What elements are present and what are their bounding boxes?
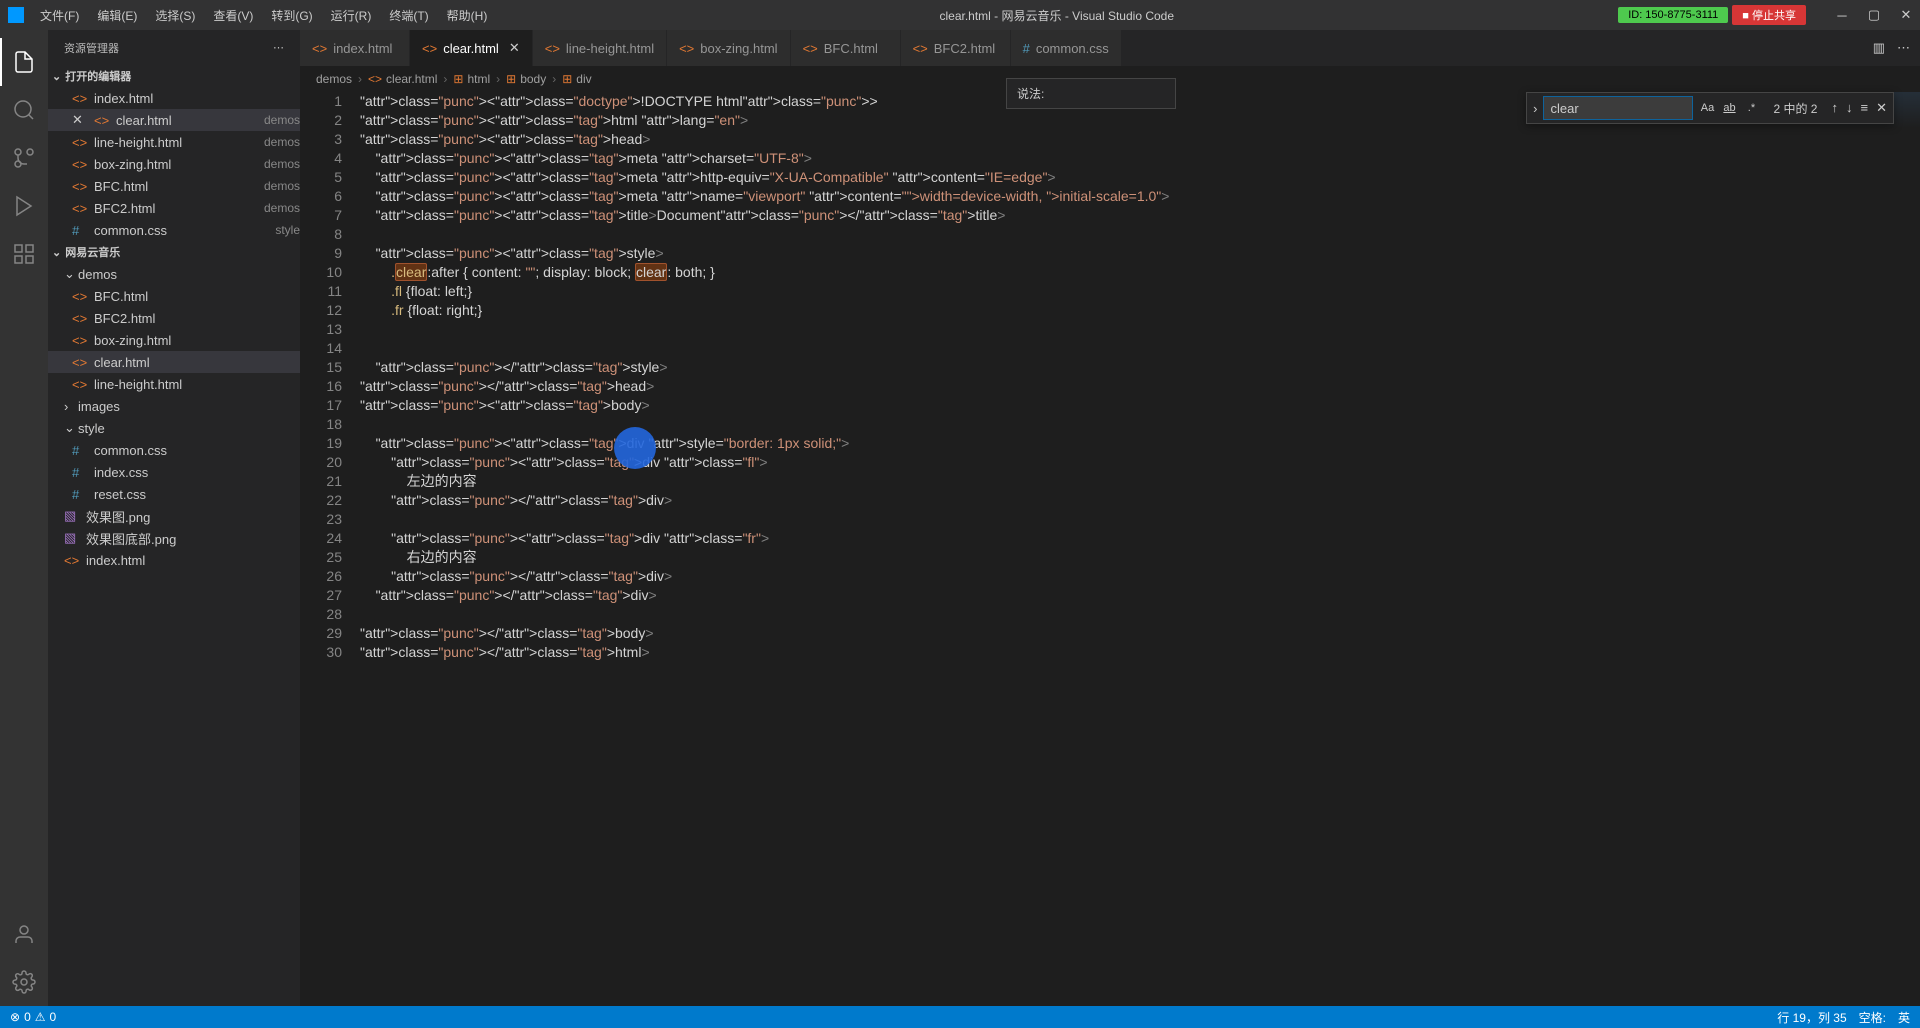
find-selection-icon[interactable]: ≡	[1859, 98, 1871, 118]
folder-style[interactable]: ⌄style	[48, 417, 300, 439]
open-editor-item[interactable]: <>BFC.htmldemos	[48, 175, 300, 197]
tab-index[interactable]: <>index.html	[300, 30, 410, 66]
maximize-button[interactable]: ▢	[1868, 9, 1880, 21]
menu-selection[interactable]: 选择(S)	[147, 3, 203, 28]
tab-bfc[interactable]: <>BFC.html	[791, 30, 901, 66]
status-ime[interactable]: 英	[1898, 1009, 1910, 1026]
crumb-file[interactable]: <>clear.html	[368, 72, 437, 86]
split-editor-icon[interactable]: ▥	[1873, 40, 1885, 56]
open-editor-item[interactable]: <>index.html	[48, 87, 300, 109]
menu-run[interactable]: 运行(R)	[323, 3, 380, 28]
crumb-div[interactable]: ⊞div	[562, 72, 591, 86]
file-item[interactable]: #reset.css	[48, 483, 300, 505]
menu-view[interactable]: 查看(V)	[205, 3, 261, 28]
window-title: clear.html - 网易云音乐 - Visual Studio Code	[495, 7, 1618, 24]
tab-common-css[interactable]: #common.css	[1011, 30, 1122, 66]
find-prev-icon[interactable]: ↑	[1830, 98, 1841, 118]
status-line-col[interactable]: 行 19，列 35	[1777, 1009, 1846, 1026]
open-editor-item[interactable]: ✕<>clear.htmldemos	[48, 109, 300, 131]
file-item[interactable]: <>box-zing.html	[48, 329, 300, 351]
close-icon[interactable]: ✕	[509, 40, 520, 56]
stop-share-button[interactable]: ■ 停止共享	[1732, 5, 1806, 25]
menu-terminal[interactable]: 终端(T)	[381, 3, 436, 28]
folder-demos[interactable]: ⌄demos	[48, 263, 300, 285]
line-numbers: 1234567891011121314151617181920212223242…	[300, 92, 360, 1006]
file-item[interactable]: ▧效果图.png	[48, 505, 300, 527]
menu-go[interactable]: 转到(G)	[263, 3, 320, 28]
tab-box-zing[interactable]: <>box-zing.html	[667, 30, 791, 66]
menu-file[interactable]: 文件(F)	[32, 3, 87, 28]
editor-area: <>index.html <>clear.html✕ <>line-height…	[300, 30, 1920, 1006]
status-bar: ⊗ 0 ⚠ 0 行 19，列 35 空格: 英	[0, 1006, 1920, 1028]
window-controls: ─ ▢ ✕	[1836, 9, 1912, 21]
regex-icon[interactable]: .*	[1741, 98, 1761, 118]
account-icon[interactable]	[0, 910, 48, 958]
project-header[interactable]: ⌄网易云音乐	[48, 241, 300, 263]
find-close-icon[interactable]: ✕	[1874, 98, 1889, 118]
match-case-icon[interactable]: Aa	[1697, 98, 1717, 118]
open-editor-item[interactable]: #common.cssstyle	[48, 219, 300, 241]
sidebar-more-icon[interactable]: ⋯	[273, 41, 284, 54]
share-id-badge[interactable]: ID: 150-8775-3111	[1618, 7, 1728, 23]
match-word-icon[interactable]: ab	[1719, 98, 1739, 118]
crumb-demos[interactable]: demos	[316, 72, 352, 86]
find-input[interactable]	[1543, 96, 1693, 120]
sidebar-header: 资源管理器 ⋯	[48, 30, 300, 65]
open-editor-item[interactable]: <>BFC2.htmldemos	[48, 197, 300, 219]
settings-icon[interactable]	[0, 958, 48, 1006]
extensions-icon[interactable]	[0, 230, 48, 278]
toggle-replace-icon[interactable]: ›	[1527, 101, 1543, 116]
status-errors[interactable]: ⊗ 0 ⚠ 0	[10, 1010, 56, 1024]
folder-images[interactable]: ›images	[48, 395, 300, 417]
close-icon[interactable]: ✕	[72, 112, 88, 128]
menu-edit[interactable]: 编辑(E)	[89, 3, 145, 28]
tab-clear[interactable]: <>clear.html✕	[410, 30, 533, 66]
crumb-body[interactable]: ⊞body	[506, 72, 546, 86]
find-count: 2 中的 2	[1765, 100, 1825, 117]
run-debug-icon[interactable]	[0, 182, 48, 230]
open-editors-tree: <>index.html ✕<>clear.htmldemos <>line-h…	[48, 87, 300, 241]
open-editor-item[interactable]: <>line-height.htmldemos	[48, 131, 300, 153]
file-item[interactable]: #common.css	[48, 439, 300, 461]
sidebar: 资源管理器 ⋯ ⌄打开的编辑器 <>index.html ✕<>clear.ht…	[48, 30, 300, 1006]
tooltip: 说法:	[1006, 78, 1176, 109]
file-item[interactable]: <>BFC.html	[48, 285, 300, 307]
file-item[interactable]: #index.css	[48, 461, 300, 483]
file-item[interactable]: ▧效果图底部.png	[48, 527, 300, 549]
open-editors-header[interactable]: ⌄打开的编辑器	[48, 65, 300, 87]
file-item[interactable]: <>BFC2.html	[48, 307, 300, 329]
code-editor[interactable]: 1234567891011121314151617181920212223242…	[300, 92, 1920, 1006]
open-editor-item[interactable]: <>box-zing.htmldemos	[48, 153, 300, 175]
activity-bar	[0, 30, 48, 1006]
source-control-icon[interactable]	[0, 134, 48, 182]
file-item[interactable]: <>index.html	[48, 549, 300, 571]
menu-bar: 文件(F) 编辑(E) 选择(S) 查看(V) 转到(G) 运行(R) 终端(T…	[32, 3, 495, 28]
sidebar-title: 资源管理器	[64, 40, 119, 56]
minimize-button[interactable]: ─	[1836, 9, 1848, 21]
find-widget: › Aa ab .* 2 中的 2 ↑ ↓ ≡ ✕	[1526, 92, 1894, 124]
close-window-button[interactable]: ✕	[1900, 9, 1912, 21]
project-tree: ⌄demos <>BFC.html <>BFC2.html <>box-zing…	[48, 263, 300, 571]
cursor-indicator	[614, 427, 656, 469]
vscode-logo-icon	[8, 7, 24, 23]
more-actions-icon[interactable]: ⋯	[1897, 40, 1910, 56]
menu-help[interactable]: 帮助(H)	[439, 3, 496, 28]
tab-line-height[interactable]: <>line-height.html	[533, 30, 667, 66]
editor-tabs: <>index.html <>clear.html✕ <>line-height…	[300, 30, 1920, 66]
status-spaces[interactable]: 空格:	[1859, 1009, 1886, 1026]
crumb-html[interactable]: ⊞html	[453, 72, 490, 86]
find-next-icon[interactable]: ↓	[1844, 98, 1855, 118]
search-icon[interactable]	[0, 86, 48, 134]
titlebar: 文件(F) 编辑(E) 选择(S) 查看(V) 转到(G) 运行(R) 终端(T…	[0, 0, 1920, 30]
tab-bfc2[interactable]: <>BFC2.html	[901, 30, 1011, 66]
explorer-icon[interactable]	[0, 38, 48, 86]
file-item[interactable]: <>line-height.html	[48, 373, 300, 395]
file-item[interactable]: <>clear.html	[48, 351, 300, 373]
